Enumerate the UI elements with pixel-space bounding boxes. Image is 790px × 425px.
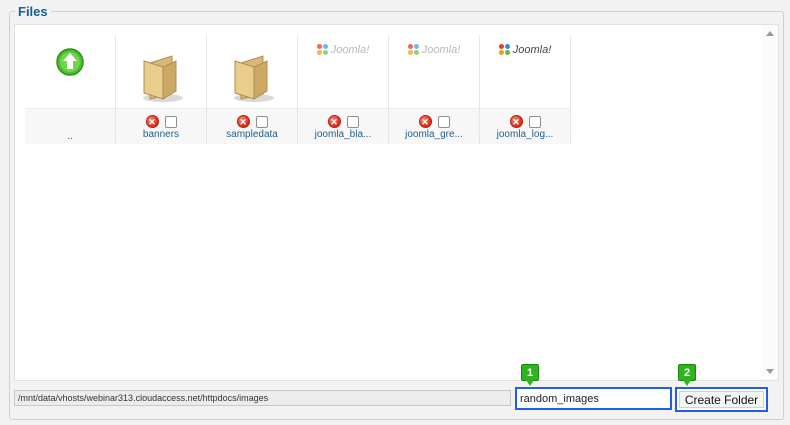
file-grid: .. ✕ banners ✕ sampledata Joomla! ✕ joom…	[25, 35, 571, 144]
delete-icon[interactable]: ✕	[509, 115, 523, 128]
joomla-logo-text: Joomla!	[421, 44, 461, 56]
thumbnail[interactable]	[116, 35, 206, 107]
item-actions: ✕	[116, 115, 206, 128]
select-checkbox[interactable]	[437, 115, 450, 128]
step-marker-2: 2	[678, 364, 696, 386]
item-actions: ✕	[298, 115, 388, 128]
delete-icon[interactable]: ✕	[236, 115, 250, 128]
scroll-down-arrow-icon[interactable]	[766, 369, 774, 374]
joomla-logo-text: Joomla!	[512, 44, 552, 56]
item-label[interactable]: joomla_log...	[480, 129, 570, 140]
thumbnail[interactable]	[25, 35, 115, 107]
scroll-up-arrow-icon[interactable]	[766, 31, 774, 36]
folder-icon[interactable]	[227, 47, 277, 103]
vertical-scrollbar[interactable]	[761, 25, 778, 380]
item-label[interactable]: ..	[25, 131, 115, 142]
item-controls: ✕ sampledata	[207, 108, 297, 144]
delete-icon[interactable]: ✕	[418, 115, 432, 128]
file-item-joomla-grey[interactable]: Joomla! ✕ joomla_gre...	[389, 35, 480, 144]
file-item-joomla-black[interactable]: Joomla! ✕ joomla_bla...	[298, 35, 389, 144]
file-item-banners[interactable]: ✕ banners	[116, 35, 207, 144]
joomla-logo-icon[interactable]: Joomla!	[498, 44, 552, 56]
joomla-logo-icon[interactable]: Joomla!	[407, 44, 461, 56]
thumbnail[interactable]	[207, 35, 297, 107]
up-arrow-icon[interactable]	[55, 47, 85, 77]
file-item-joomla-logo[interactable]: Joomla! ✕ joomla_log...	[480, 35, 571, 144]
item-label[interactable]: joomla_gre...	[389, 129, 479, 140]
joomla-logo-text: Joomla!	[330, 44, 370, 56]
current-path-field: /mnt/data/vhosts/webinar313.cloudaccess.…	[14, 390, 511, 406]
item-controls: ..	[25, 108, 115, 144]
file-browser: .. ✕ banners ✕ sampledata Joomla! ✕ joom…	[14, 24, 779, 381]
delete-icon[interactable]: ✕	[145, 115, 159, 128]
joomla-logo-icon[interactable]: Joomla!	[316, 44, 370, 56]
item-controls: ✕ joomla_bla...	[298, 108, 388, 144]
item-actions: ✕	[389, 115, 479, 128]
thumbnail[interactable]: Joomla!	[389, 35, 479, 107]
joomla-mark	[407, 44, 420, 56]
item-actions: ✕	[480, 115, 570, 128]
select-checkbox[interactable]	[164, 115, 177, 128]
item-controls: ✕ banners	[116, 108, 206, 144]
select-checkbox[interactable]	[346, 115, 359, 128]
create-folder-highlight: Create Folder	[675, 387, 768, 412]
item-controls: ✕ joomla_log...	[480, 108, 570, 144]
delete-icon[interactable]: ✕	[327, 115, 341, 128]
folder-name-highlight	[515, 387, 672, 410]
select-checkbox[interactable]	[528, 115, 541, 128]
item-label[interactable]: joomla_bla...	[298, 129, 388, 140]
folder-icon[interactable]	[136, 47, 186, 103]
step-marker-1: 1	[521, 364, 539, 386]
create-folder-button[interactable]: Create Folder	[679, 391, 764, 408]
file-item-up[interactable]: ..	[25, 35, 116, 144]
files-legend: Files	[15, 4, 51, 19]
item-actions: ✕	[207, 115, 297, 128]
joomla-mark	[316, 44, 329, 56]
file-item-sampledata[interactable]: ✕ sampledata	[207, 35, 298, 144]
thumbnail[interactable]: Joomla!	[298, 35, 388, 107]
item-label[interactable]: banners	[116, 129, 206, 140]
joomla-mark	[498, 44, 511, 56]
item-controls: ✕ joomla_gre...	[389, 108, 479, 144]
thumbnail[interactable]: Joomla!	[480, 35, 570, 107]
select-checkbox[interactable]	[255, 115, 268, 128]
item-label[interactable]: sampledata	[207, 129, 297, 140]
folder-name-input[interactable]	[517, 389, 670, 409]
